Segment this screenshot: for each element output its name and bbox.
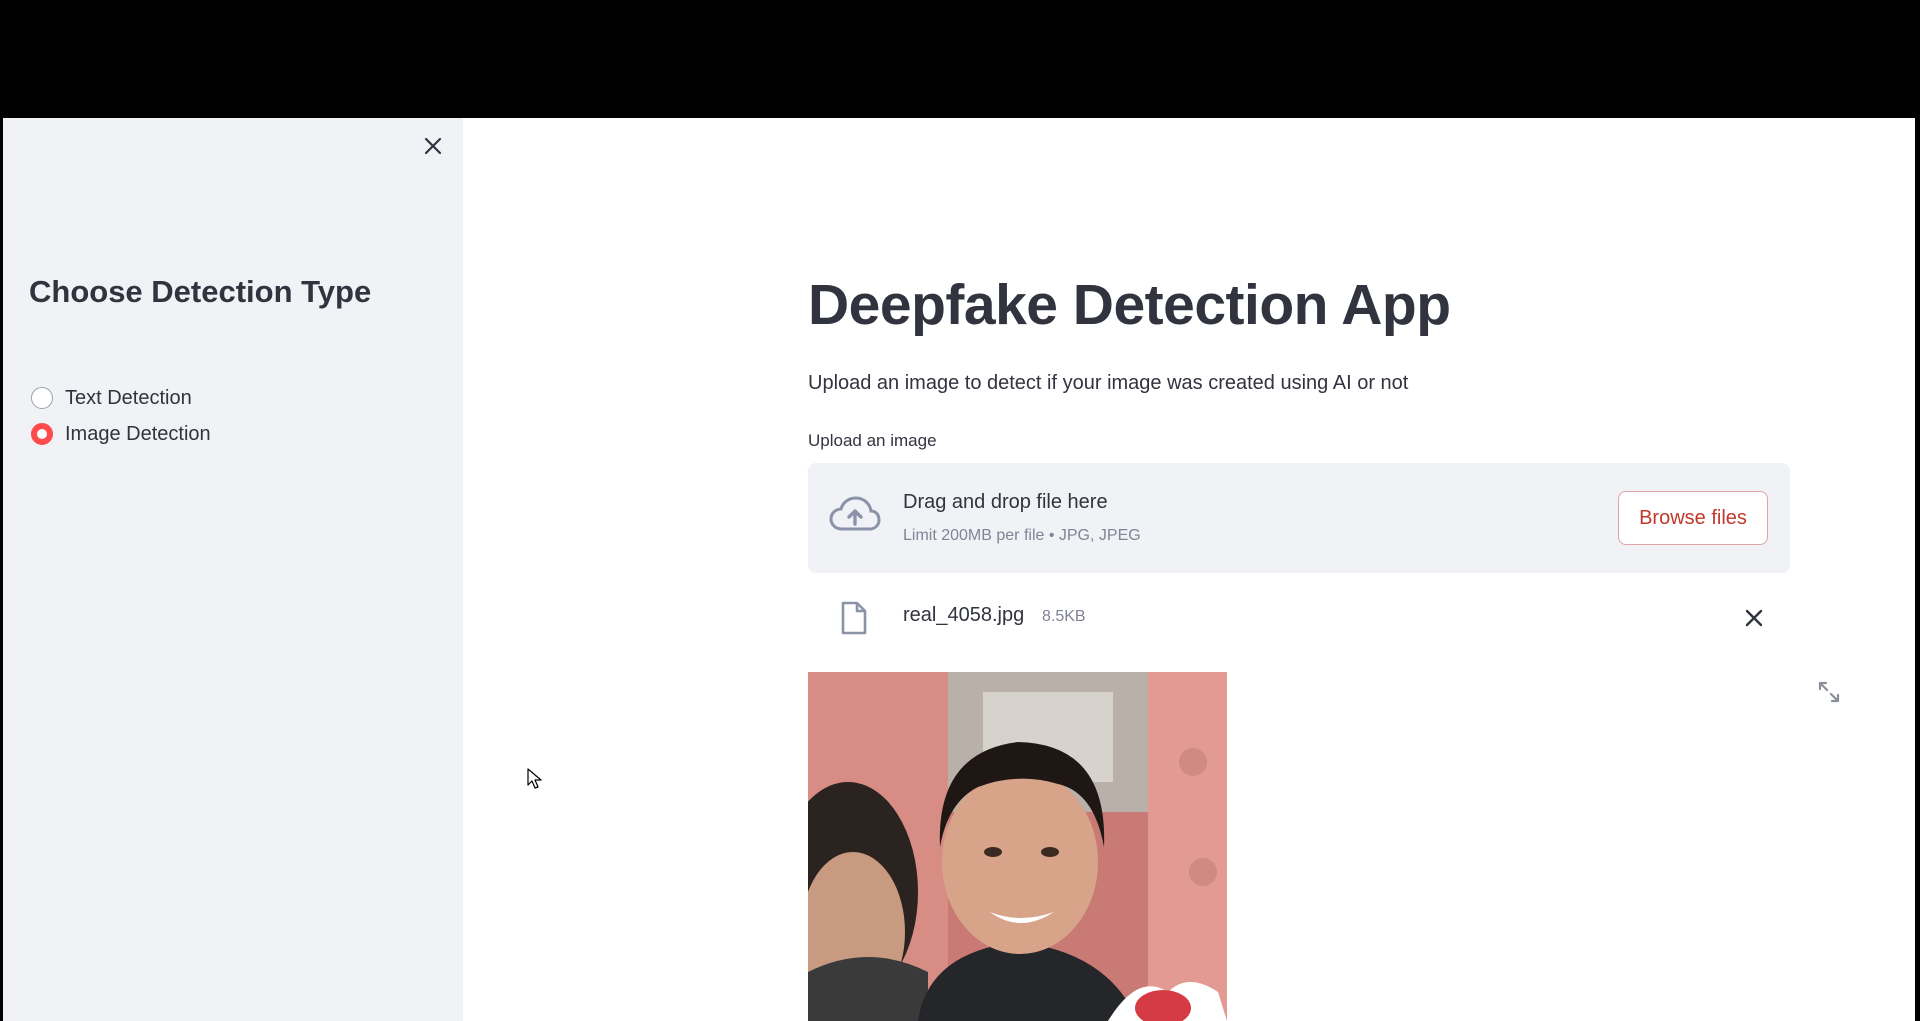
right-black-edge [1915, 118, 1920, 1021]
radio-button[interactable] [31, 387, 53, 409]
radio-button-selected[interactable] [31, 423, 53, 445]
cloud-upload-icon [829, 496, 881, 531]
app-window: Choose Detection Type Text Detection Ima… [3, 118, 1915, 1021]
mouse-cursor-icon [527, 768, 542, 789]
close-icon [424, 137, 442, 155]
sidebar-close-button[interactable] [417, 130, 449, 162]
page-subtitle: Upload an image to detect if your image … [808, 372, 1409, 394]
remove-file-button[interactable] [1738, 602, 1770, 634]
close-icon [1745, 609, 1763, 627]
uploaded-image-preview [808, 672, 1227, 1021]
uploaded-file-name: real_4058.jpg [903, 604, 1025, 626]
browse-files-button[interactable]: Browse files [1618, 491, 1768, 545]
dropzone-instruction: Drag and drop file here [903, 491, 1108, 513]
sidebar: Choose Detection Type Text Detection Ima… [3, 118, 463, 1021]
file-dropzone[interactable]: Drag and drop file here Limit 200MB per … [808, 463, 1790, 573]
radio-option-image-detection[interactable]: Image Detection [31, 416, 211, 452]
fullscreen-expand-icon[interactable] [1815, 678, 1843, 706]
dropzone-limit: Limit 200MB per file • JPG, JPEG [903, 527, 1141, 544]
uploader-label: Upload an image [808, 431, 937, 450]
sidebar-title: Choose Detection Type [29, 274, 372, 309]
uploaded-file-row: real_4058.jpg 8.5KB [808, 588, 1790, 648]
radio-label: Image Detection [65, 422, 211, 445]
uploaded-file-size: 8.5KB [1042, 608, 1086, 625]
file-icon [841, 601, 867, 635]
detection-type-radio-group: Text Detection Image Detection [31, 380, 211, 452]
main-content: Deepfake Detection App Upload an image t… [463, 118, 1915, 1021]
radio-label: Text Detection [65, 386, 192, 409]
radio-option-text-detection[interactable]: Text Detection [31, 380, 211, 416]
page-title: Deepfake Detection App [808, 273, 1451, 337]
top-black-bar [0, 0, 1920, 118]
